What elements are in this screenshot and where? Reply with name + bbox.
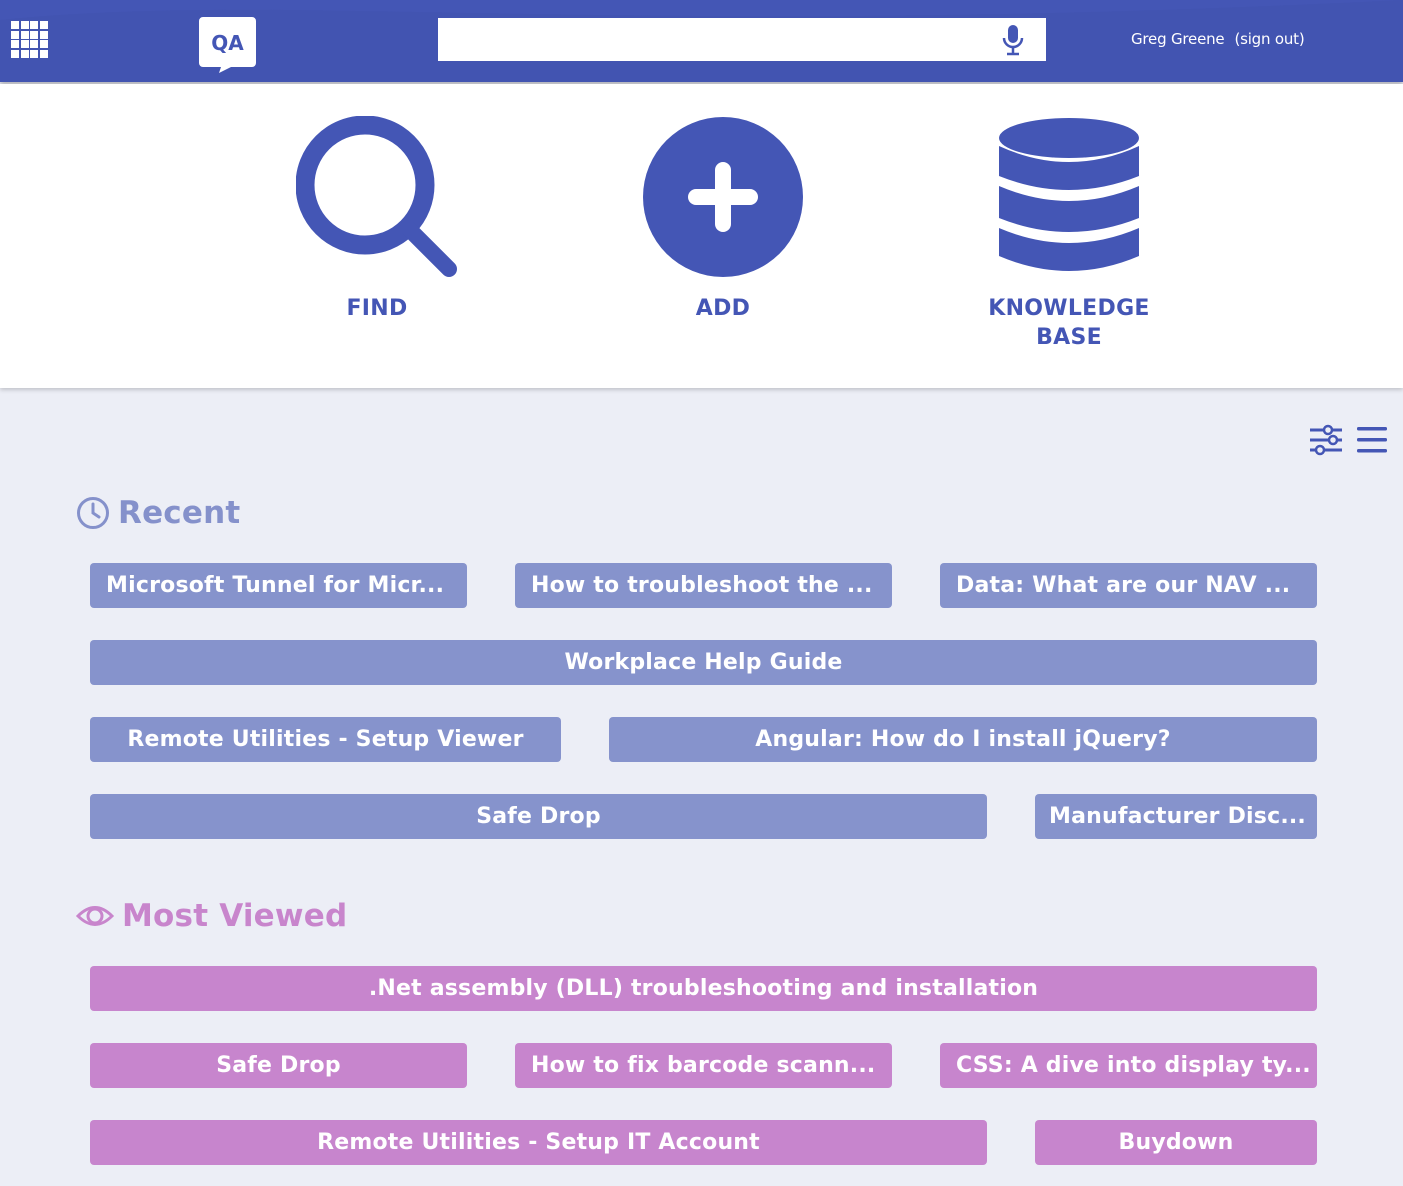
add-label: ADD <box>695 296 751 321</box>
recent-item[interactable]: How to troubleshoot the ... <box>515 563 892 608</box>
recent-item[interactable]: Workplace Help Guide <box>90 640 1317 685</box>
sign-out-link[interactable]: (sign out) <box>1234 30 1304 48</box>
knowledge-base-label: KNOWLEDGE BASE <box>959 294 1179 352</box>
knowledge-base-label-line2: BASE <box>1036 325 1102 350</box>
recent-item[interactable]: Data: What are our NAV ... <box>940 563 1317 608</box>
hamburger-menu-icon[interactable] <box>1355 424 1389 456</box>
recent-item[interactable]: Microsoft Tunnel for Micr... <box>90 563 467 608</box>
clock-icon <box>77 497 109 529</box>
recent-item[interactable]: Manufacturer Disc... <box>1035 794 1317 839</box>
user-name: Greg Greene <box>1131 30 1225 48</box>
most-viewed-heading: Most Viewed <box>76 897 347 935</box>
database-icon <box>999 118 1139 271</box>
most-viewed-item[interactable]: How to fix barcode scann... <box>515 1043 892 1088</box>
most-viewed-item[interactable]: Safe Drop <box>90 1043 467 1088</box>
action-panel: FIND ADD KNOWLEDGE BASE <box>0 84 1403 388</box>
recent-heading: Recent <box>76 495 240 531</box>
logo-text: QA <box>211 31 244 55</box>
top-bar: QA Greg Greene (sign out) <box>0 0 1403 82</box>
most-viewed-item[interactable]: .Net assembly (DLL) troubleshooting and … <box>90 966 1317 1011</box>
recent-title: Recent <box>118 495 241 531</box>
most-viewed-title: Most Viewed <box>122 898 348 934</box>
knowledge-base-label-line1: KNOWLEDGE <box>988 296 1150 321</box>
search-box <box>438 18 1046 61</box>
knowledge-base-action[interactable]: KNOWLEDGE BASE <box>959 116 1179 352</box>
add-action[interactable]: ADD <box>613 116 833 323</box>
eye-icon <box>76 906 114 926</box>
most-viewed-item[interactable]: Buydown <box>1035 1120 1317 1165</box>
search-icon <box>296 116 457 277</box>
microphone-icon[interactable] <box>1000 24 1026 56</box>
find-action[interactable]: FIND <box>267 116 487 323</box>
find-label: FIND <box>346 296 408 321</box>
recent-item[interactable]: Safe Drop <box>90 794 987 839</box>
apps-grid-icon[interactable] <box>11 21 48 58</box>
most-viewed-item[interactable]: CSS: A dive into display ty... <box>940 1043 1317 1088</box>
filter-sliders-icon[interactable] <box>1309 424 1343 456</box>
most-viewed-item[interactable]: Remote Utilities - Setup IT Account <box>90 1120 987 1165</box>
qa-logo-icon[interactable]: QA <box>199 17 256 73</box>
recent-item[interactable]: Remote Utilities - Setup Viewer <box>90 717 561 762</box>
recent-item[interactable]: Angular: How do I install jQuery? <box>609 717 1317 762</box>
user-info: Greg Greene (sign out) <box>1131 30 1305 48</box>
search-input[interactable] <box>438 18 978 61</box>
plus-circle-icon <box>643 117 803 277</box>
